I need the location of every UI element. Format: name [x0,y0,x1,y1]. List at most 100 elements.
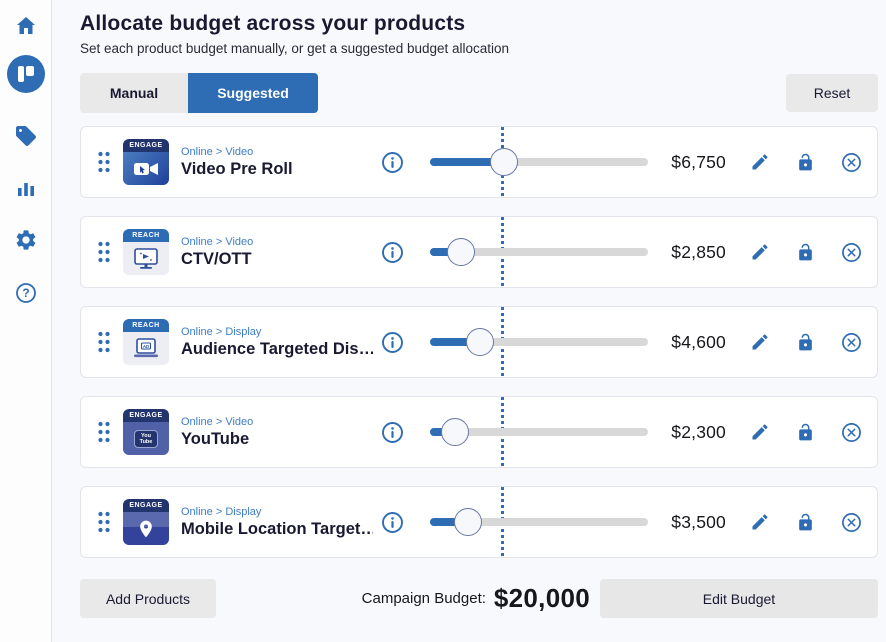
campaign-budget: Campaign Budget: $20,000 [362,583,590,614]
remove-icon[interactable] [841,242,862,263]
drag-handle-icon[interactable] [97,330,113,354]
slider-thumb[interactable] [466,328,494,356]
remove-icon[interactable] [841,512,862,533]
lock-open-icon[interactable] [796,422,815,443]
svg-text:?: ? [22,286,29,300]
product-text: Online > Video YouTube [181,416,375,449]
product-row: REACH AD Online > Display Audience Targe… [80,306,878,378]
page-title: Allocate budget across your products [80,12,878,36]
product-thumbnail: ENGAGE YouTube [123,409,169,455]
product-row: REACH Online > Video CTV/OTT $2,850 [80,216,878,288]
product-thumbnail: ENGAGE [123,499,169,545]
campaign-budget-label: Campaign Budget: [362,590,486,607]
budget-slider[interactable] [430,238,648,266]
page-subtitle: Set each product budget manually, or get… [80,41,878,56]
sidebar-item-home[interactable] [8,8,44,44]
product-category: Online > Video [181,236,375,248]
product-list: ENGAGE Online > Video Video Pre Roll $6,… [80,126,878,558]
product-category: Online > Video [181,416,375,428]
info-icon[interactable] [381,511,404,534]
budget-slider[interactable] [430,148,648,176]
info-icon[interactable] [381,241,404,264]
remove-icon[interactable] [841,422,862,443]
edit-budget-button[interactable]: Edit Budget [600,579,878,618]
sidebar-item-reports[interactable] [8,170,44,206]
info-icon[interactable] [381,151,404,174]
lock-open-icon[interactable] [796,152,815,173]
sidebar-item-tags[interactable] [8,118,44,154]
slider-thumb[interactable] [441,418,469,446]
edit-icon[interactable] [750,512,770,532]
sidebar-item-settings[interactable] [8,222,44,258]
drag-handle-icon[interactable] [97,240,113,264]
remove-icon[interactable] [841,332,862,353]
budget-layout-icon [16,64,36,84]
video-camera-icon [123,152,169,185]
product-text: Online > Display Audience Targeted Dis… [181,326,375,359]
product-text: Online > Video CTV/OTT [181,236,375,269]
product-row: ENGAGE Online > Display Mobile Location … [80,486,878,558]
product-category: Online > Display [181,326,375,338]
lock-open-icon[interactable] [796,242,815,263]
product-name: YouTube [181,430,373,449]
reset-button[interactable]: Reset [786,74,878,112]
sidebar-item-help[interactable]: ? [8,275,44,311]
home-icon [14,14,38,38]
product-budget-value: $2,850 [664,242,726,263]
edit-icon[interactable] [750,422,770,442]
edit-icon[interactable] [750,242,770,262]
remove-icon[interactable] [841,152,862,173]
budget-slider[interactable] [430,418,648,446]
location-pin-icon [123,512,169,545]
info-icon[interactable] [381,421,404,444]
thumbnail-badge: REACH [123,319,169,332]
edit-icon[interactable] [750,152,770,172]
thumbnail-badge: REACH [123,229,169,242]
budget-slider[interactable] [430,328,648,356]
suggested-tab[interactable]: Suggested [188,73,318,113]
info-icon[interactable] [381,331,404,354]
manual-tab[interactable]: Manual [80,73,188,113]
slider-thumb[interactable] [454,508,482,536]
product-name: Mobile Location Target… [181,520,373,539]
svg-text:AD: AD [143,343,149,348]
tag-icon [14,124,38,148]
product-name: Video Pre Roll [181,160,373,179]
product-thumbnail: REACH [123,229,169,275]
budget-slider[interactable] [430,508,648,536]
product-category: Online > Video [181,146,375,158]
add-products-button[interactable]: Add Products [80,579,216,618]
tv-icon [123,242,169,275]
product-thumbnail: ENGAGE [123,139,169,185]
sidebar-item-budget-allocation[interactable] [7,55,45,93]
slider-thumb[interactable] [490,148,518,176]
drag-handle-icon[interactable] [97,150,113,174]
product-row: ENGAGE Online > Video Video Pre Roll $6,… [80,126,878,198]
lock-open-icon[interactable] [796,512,815,533]
youtube-icon: YouTube [123,422,169,455]
product-category: Online > Display [181,506,375,518]
mode-toggle: Manual Suggested [80,73,318,113]
main-content: Allocate budget across your products Set… [52,0,886,642]
product-budget-value: $2,300 [664,422,726,443]
laptop-ad-icon: AD [123,332,169,365]
campaign-budget-value: $20,000 [494,583,590,614]
bar-chart-icon [15,177,37,199]
edit-icon[interactable] [750,332,770,352]
product-thumbnail: REACH AD [123,319,169,365]
lock-open-icon[interactable] [796,332,815,353]
help-icon: ? [14,281,38,305]
drag-handle-icon[interactable] [97,510,113,534]
thumbnail-badge: ENGAGE [123,139,169,152]
product-row: ENGAGE YouTube Online > Video YouTube $2… [80,396,878,468]
product-name: Audience Targeted Dis… [181,340,373,359]
product-budget-value: $6,750 [664,152,726,173]
slider-thumb[interactable] [447,238,475,266]
thumbnail-badge: ENGAGE [123,409,169,422]
product-name: CTV/OTT [181,250,373,269]
drag-handle-icon[interactable] [97,420,113,444]
toolbar: Manual Suggested Reset [80,73,878,113]
product-text: Online > Video Video Pre Roll [181,146,375,179]
sidebar: ? [0,0,52,642]
product-budget-value: $4,600 [664,332,726,353]
